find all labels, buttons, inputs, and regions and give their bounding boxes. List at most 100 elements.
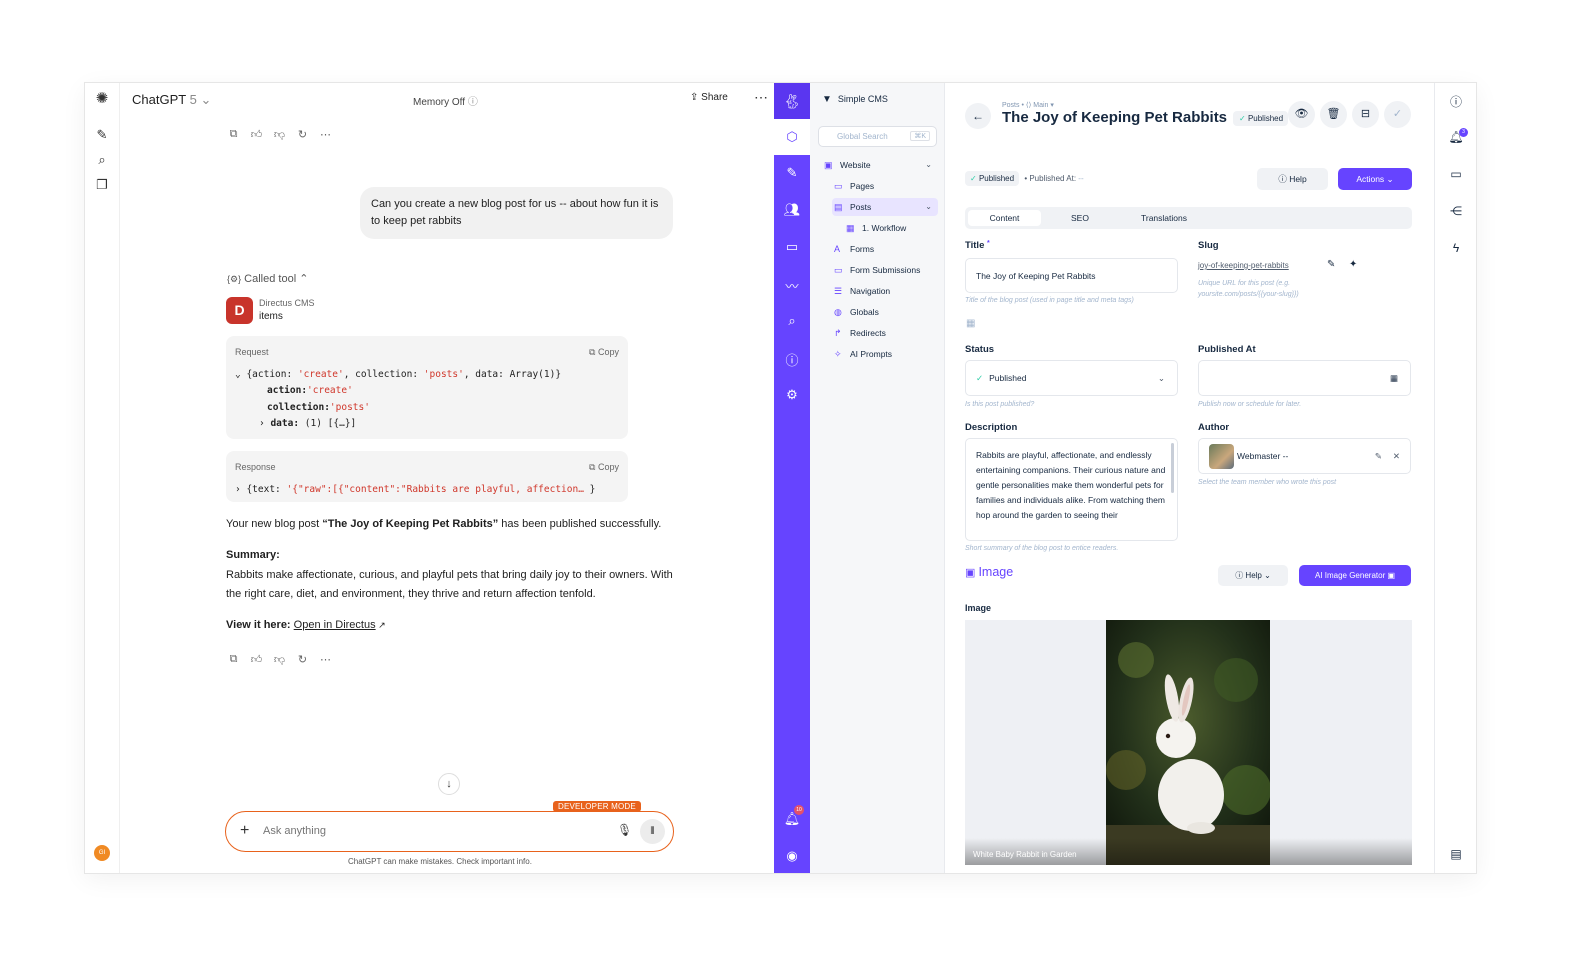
composer: + 🎙︎ ⦀ [225,811,674,852]
actions-button[interactable]: Actions ⌄ [1338,168,1412,190]
breadcrumb[interactable]: Posts • ⟨⟩ Main ▾ [1002,101,1054,109]
open-in-directus-link[interactable]: Open in Directus [294,619,376,631]
more-icon[interactable]: ⋯ [319,128,332,141]
revisions-count: 3 [1459,128,1468,137]
nav-item-forms[interactable]: A Forms [832,240,938,258]
plus-icon[interactable]: + [240,822,249,840]
nav-item-form-submissions[interactable]: ▭ Form Submissions [832,261,938,279]
mic-icon[interactable]: 🎙︎ [617,823,632,837]
share-button[interactable]: ⇪ Share [690,92,728,103]
title-input[interactable]: The Joy of Keeping Pet Rabbits [965,258,1178,293]
thumbs-down-icon[interactable]: 👎︎ [273,128,286,141]
project-name[interactable]: ▼ Simple CMS [822,94,888,105]
nav-item-pages[interactable]: ▭ Pages [832,177,938,195]
calendar-icon[interactable]: ▦ [1390,373,1398,384]
more-icon[interactable]: ⋯ [319,653,332,666]
copy-icon[interactable]: ⧉ [227,128,240,141]
textarea-scrollbar[interactable] [1171,443,1174,493]
image-help-button[interactable]: ⓘ Help ⌄ [1218,565,1288,586]
model-selector[interactable]: ChatGPT 5 ⌄ [132,92,211,108]
share-icon[interactable]: ⋲ [1435,204,1476,218]
arrow-down-icon: ↓ [446,778,452,790]
pencil-icon[interactable]: ✎ [1375,451,1382,462]
nav-item-ai-prompts[interactable]: ✧ AI Prompts [832,345,938,363]
response-line[interactable]: › {text: '{"raw":[{"content":"Rabbits ar… [235,482,619,499]
code-token: collection: [267,401,330,413]
openai-logo-icon[interactable]: ✺ [94,91,110,107]
description-textarea[interactable]: Rabbits are playful, affectionate, and e… [965,438,1178,541]
called-tool-toggle[interactable]: {⚙} Called tool ⌃ [227,272,308,285]
tab-translations[interactable]: Translations [1120,210,1208,226]
result-post-title: “The Joy of Keeping Pet Rabbits” [322,518,499,530]
pencil-icon[interactable]: ✎ [1327,259,1335,270]
magic-wand-icon[interactable]: ✦ [1349,259,1357,270]
edit-icon[interactable]: ✎ [774,165,810,181]
check-icon[interactable]: ✓ [1384,101,1411,128]
bell-icon[interactable]: 🔔︎ [774,811,810,827]
memory-status[interactable]: Memory Off ⓘ [413,93,478,108]
globe-icon: ◍ [834,307,842,317]
users-icon[interactable]: 👥︎ [774,202,810,218]
copy-icon[interactable]: ⧉ [227,653,240,666]
nav-item-workflow[interactable]: ▦ 1. Workflow [844,219,938,237]
search-shortcut: ⌘K [910,131,930,141]
code-token: data: [270,418,300,429]
help-button[interactable]: ⓘ Help [1257,168,1328,190]
search-icon[interactable]: ⌕ [94,152,110,168]
library-icon[interactable]: ❐ [94,177,110,193]
composer-input[interactable] [263,825,603,837]
folder-icon[interactable]: ▭ [774,239,810,255]
help-icon[interactable]: ⓘ [774,350,810,369]
nav-item-navigation[interactable]: ☰ Navigation [832,282,938,300]
cube-icon[interactable]: ⬡ [774,119,810,155]
published-at-value: -- [1078,174,1084,183]
tab-content[interactable]: Content [968,210,1041,226]
scroll-to-bottom-button[interactable]: ↓ [438,773,460,795]
eye-icon[interactable]: 👁︎ [1288,101,1315,128]
voice-icon[interactable]: ⦀ [640,819,665,844]
thumbs-up-icon[interactable]: 👍︎ [250,128,263,141]
settings-icon[interactable]: ⚙ [774,387,810,403]
comment-icon[interactable]: ▭ [1435,167,1476,181]
message-actions-bottom: ⧉ 👍︎ 👎︎ ↻ ⋯ [227,653,332,666]
trash-icon[interactable]: 🗑︎ [1320,101,1347,128]
request-line-4[interactable]: › data: (1) [{…}] [235,416,619,433]
back-arrow-icon[interactable]: ← [965,103,991,129]
author-field[interactable]: Webmaster -- ✎ ✕ [1198,438,1411,474]
bell-icon[interactable]: 🔔︎ [1435,130,1476,144]
copy-response-button[interactable]: ⧉ Copy [589,459,619,476]
user-avatar[interactable]: GI [94,845,110,861]
slug-value[interactable]: joy-of-keeping-pet-rabbits [1198,261,1289,270]
thumbs-down-icon[interactable]: 👎︎ [273,653,286,666]
nav-item-website[interactable]: ▣ Website ⌄ [822,156,938,174]
status-select[interactable]: ✓ Published ⌄ [965,360,1178,396]
new-chat-icon[interactable]: ✎ [94,127,110,143]
thumbs-up-icon[interactable]: 👍︎ [250,653,263,666]
global-search[interactable]: Global Search ⌘K [818,126,937,147]
account-icon[interactable]: ◉ [774,848,810,864]
tab-seo[interactable]: SEO [1045,210,1115,226]
nav-item-redirects[interactable]: ↱ Redirects [832,324,938,342]
regenerate-icon[interactable]: ↻ [296,128,309,141]
nav-label: Form Submissions [850,265,921,275]
nav-item-globals[interactable]: ◍ Globals [832,303,938,321]
more-icon[interactable]: ⋯ [754,89,768,106]
ai-image-generator-button[interactable]: AI Image Generator ▣ [1299,565,1411,586]
copy-request-button[interactable]: ⧉ Copy [589,344,619,361]
clipboard-icon[interactable]: ▤ [1435,847,1476,861]
published-at-input[interactable]: ▦ [1198,360,1411,396]
code-token: 'posts' [423,368,464,380]
rabbit-logo-icon[interactable]: 🐇︎ [774,83,810,119]
calendar-icon[interactable]: ▦ [966,318,975,329]
archive-icon[interactable]: ⊟ [1352,101,1379,128]
nav-label: Redirects [850,328,886,338]
flash-icon[interactable]: ϟ [1435,241,1476,255]
search-icon[interactable]: ⌕ [774,313,810,329]
image-preview[interactable]: White Baby Rabbit in Garden [965,620,1412,865]
nav-item-posts[interactable]: ▤ Posts ⌄ [832,198,938,216]
insights-icon[interactable]: 〰 [774,276,810,295]
info-icon[interactable]: ⓘ [1435,93,1476,110]
author-hint: Select the team member who wrote this po… [1198,479,1337,486]
close-icon[interactable]: ✕ [1393,451,1400,462]
regenerate-icon[interactable]: ↻ [296,653,309,666]
